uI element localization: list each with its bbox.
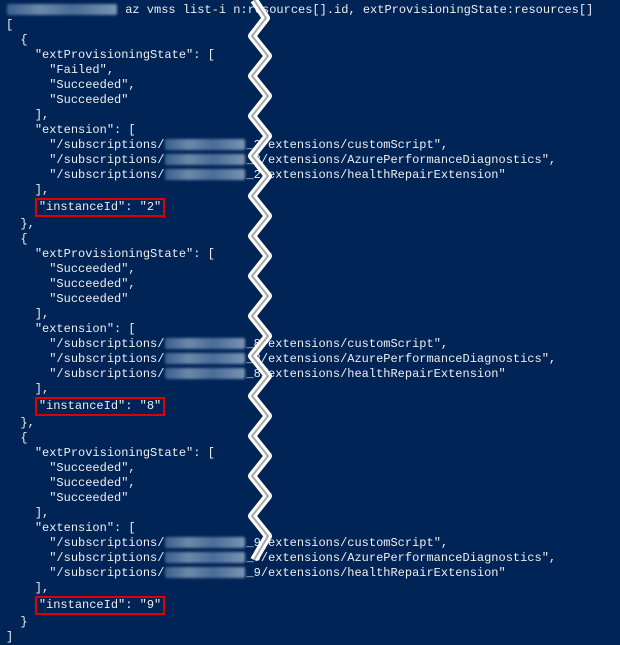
open-bracket: [ xyxy=(6,18,13,32)
highlight-instance-id: "instanceId": "8" xyxy=(35,397,165,416)
instance-id: "instanceId": "2" xyxy=(39,200,161,214)
highlight-instance-id: "instanceId": "2" xyxy=(35,198,165,217)
prompt xyxy=(6,3,125,17)
instance-id: "instanceId": "8" xyxy=(39,399,161,413)
prov-state: Succeeded xyxy=(56,461,121,475)
redacted-id xyxy=(165,169,245,180)
close-arr: ], xyxy=(35,307,49,321)
ext-suffix: _2/extensions/healthRepairExtension xyxy=(246,168,498,182)
json-output: [ { "extProvisioningState": [ "Failed", … xyxy=(0,18,620,645)
prov-state: Succeeded xyxy=(56,476,121,490)
ext-suffix: _9/extensions/customScript xyxy=(246,536,433,550)
ext-prefix: /subscriptions/ xyxy=(56,551,164,565)
ext-prefix: /subscriptions/ xyxy=(56,138,164,152)
ext-prefix: /subscriptions/ xyxy=(56,153,164,167)
terminal-window[interactable]: az vmss list-i n:resources[].id, extProv… xyxy=(0,0,620,560)
ext-suffix: _8/extensions/customScript xyxy=(246,337,433,351)
close-bracket: ] xyxy=(6,630,13,644)
prov-state: Succeeded xyxy=(56,292,121,306)
ext-prefix: /subscriptions/ xyxy=(56,367,164,381)
redacted-id xyxy=(165,338,245,349)
redacted-id xyxy=(165,368,245,379)
prov-state: Succeeded xyxy=(56,78,121,92)
close-arr: ], xyxy=(35,506,49,520)
ext-suffix: _2/extensions/customScript xyxy=(246,138,433,152)
close-arr: ], xyxy=(35,108,49,122)
redacted-id xyxy=(165,552,245,563)
prov-state: Succeeded xyxy=(56,491,121,505)
redacted-prompt xyxy=(7,4,117,15)
ext-prefix: /subscriptions/ xyxy=(56,168,164,182)
ext-suffix: _8/extensions/AzurePerformanceDiagnostic… xyxy=(246,352,541,366)
prov-state: Succeeded xyxy=(56,262,121,276)
key-extprov: "extProvisioningState": [ xyxy=(35,446,215,460)
highlight-instance-id: "instanceId": "9" xyxy=(35,596,165,615)
redacted-id xyxy=(165,567,245,578)
ext-suffix: _9/extensions/AzurePerformanceDiagnostic… xyxy=(246,551,541,565)
redacted-id xyxy=(165,537,245,548)
ext-prefix: /subscriptions/ xyxy=(56,536,164,550)
key-extprov: "extProvisioningState": [ xyxy=(35,247,215,261)
prov-state: Failed xyxy=(56,63,99,77)
prov-state: Succeeded xyxy=(56,277,121,291)
redacted-id xyxy=(165,139,245,150)
ext-prefix: /subscriptions/ xyxy=(56,566,164,580)
key-extension: "extension": [ xyxy=(35,123,136,137)
prov-state: Succeeded xyxy=(56,93,121,107)
key-extprov: "extProvisioningState": [ xyxy=(35,48,215,62)
ext-prefix: /subscriptions/ xyxy=(56,352,164,366)
command-line: az vmss list-i n:resources[].id, extProv… xyxy=(0,0,620,18)
ext-suffix: _2/extensions/AzurePerformanceDiagnostic… xyxy=(246,153,541,167)
ext-suffix: _8/extensions/healthRepairExtension xyxy=(246,367,498,381)
ext-prefix: /subscriptions/ xyxy=(56,337,164,351)
command-text: az vmss list-i n:resources[].id, extProv… xyxy=(125,3,593,17)
redacted-id xyxy=(165,353,245,364)
redacted-id xyxy=(165,154,245,165)
instance-id: "instanceId": "9" xyxy=(39,598,161,612)
ext-suffix: _9/extensions/healthRepairExtension xyxy=(246,566,498,580)
key-extension: "extension": [ xyxy=(35,521,136,535)
key-extension: "extension": [ xyxy=(35,322,136,336)
